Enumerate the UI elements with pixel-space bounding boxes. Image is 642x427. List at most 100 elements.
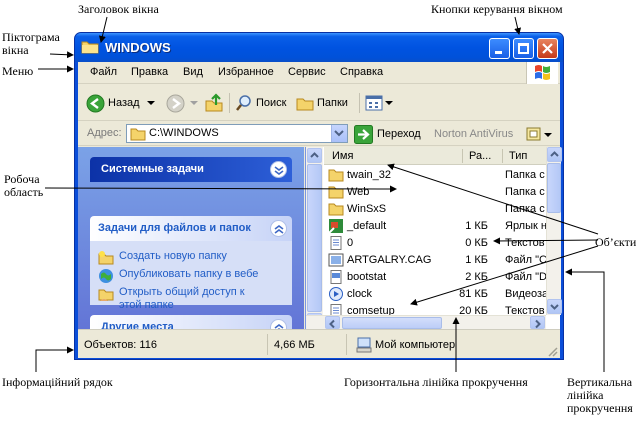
vertical-scrollbar[interactable] (546, 147, 562, 315)
up-button[interactable] (204, 93, 224, 113)
file-row[interactable]: _default 1 КБ Ярлык н (324, 218, 546, 235)
scroll-down-button[interactable] (547, 299, 562, 314)
text-file-icon (330, 236, 342, 250)
forward-arrow-icon (166, 94, 185, 112)
file-type: Текстов (505, 237, 545, 249)
shortcut-icon (328, 219, 343, 233)
minimize-button[interactable] (489, 38, 510, 59)
file-tasks-title: Задачи для файлов и папок (98, 222, 251, 234)
forward-button[interactable] (166, 93, 199, 113)
toolbar-separator (229, 93, 230, 113)
chevron-up-icon (274, 225, 284, 234)
file-type: Файл "D (505, 271, 546, 283)
collapse-button[interactable] (270, 220, 287, 237)
go-button[interactable]: Переход (354, 124, 421, 144)
file-row[interactable]: twain_32 Папка с (324, 167, 546, 184)
maximize-button[interactable] (513, 38, 534, 59)
dat-file-icon (330, 270, 342, 284)
window-title: WINDOWS (105, 40, 171, 55)
file-size: 0 КБ (465, 237, 488, 249)
menu-favorites[interactable]: Избранное (218, 66, 274, 78)
scroll-right-button[interactable] (530, 316, 545, 329)
system-tasks-header[interactable]: Системные задачи (90, 157, 292, 182)
expand-button[interactable] (270, 161, 287, 178)
task-publish-web[interactable]: Опубликовать папку в вебе (98, 268, 258, 284)
file-row[interactable]: WinSxS Папка с (324, 201, 546, 218)
folder-icon (130, 128, 146, 141)
file-row[interactable]: bootstat 2 КБ Файл "D (324, 269, 546, 286)
video-file-icon (329, 287, 343, 301)
scroll-up-button[interactable] (547, 147, 562, 162)
go-label: Переход (377, 128, 421, 140)
dropdown-arrow-icon (146, 101, 155, 105)
close-button[interactable] (537, 38, 558, 59)
search-icon (236, 95, 251, 111)
figure: Заголовок вікна Кнопки керування вікном … (0, 0, 642, 427)
close-icon (542, 43, 553, 54)
resize-grip-icon[interactable] (546, 345, 558, 357)
back-arrow-icon (86, 94, 105, 112)
file-row[interactable]: ARTGALRY.CAG 1 КБ Файл "С (324, 252, 546, 269)
annotation-v-scroll-3: прокручення (567, 401, 633, 415)
file-name: ARTGALRY.CAG (347, 254, 432, 266)
task-pane-scrollbar[interactable] (306, 147, 323, 329)
column-type[interactable]: Тип (509, 150, 527, 162)
column-separator[interactable] (462, 149, 463, 163)
globe-icon (99, 269, 113, 283)
norton-antivirus-label: Norton AntiVirus (434, 128, 514, 140)
windows-flag-icon (535, 65, 550, 80)
views-button[interactable] (365, 93, 393, 113)
file-size: 1 КБ (465, 254, 488, 266)
column-name[interactable]: Имя (332, 150, 353, 162)
folders-button[interactable]: Папки (296, 93, 348, 113)
other-places-title: Другие места (101, 321, 174, 329)
collapse-button[interactable] (270, 319, 287, 329)
task-pane: Системные задачи Задачи для файлов и пап… (78, 147, 304, 329)
annotation-objects: Об’єкти (595, 235, 637, 249)
chevron-up-icon (550, 151, 559, 157)
horizontal-scrollbar[interactable] (306, 315, 546, 329)
task-share-folder[interactable]: Открыть общий доступ к этой папке (98, 286, 245, 312)
chevron-down-icon (274, 166, 284, 175)
scroll-thumb[interactable] (342, 317, 442, 329)
status-bar: Объектов: 116 4,66 МБ Мой компьютер (78, 329, 560, 358)
other-places-header[interactable]: Другие места (90, 315, 292, 329)
title-bar[interactable]: WINDOWS (75, 33, 563, 62)
menu-file[interactable]: Файл (90, 66, 117, 78)
column-separator[interactable] (502, 149, 503, 163)
scroll-left-button[interactable] (325, 316, 340, 329)
scroll-thumb[interactable] (307, 164, 322, 312)
file-name: _default (347, 220, 387, 232)
back-button[interactable]: Назад (86, 93, 156, 113)
file-tasks-header[interactable]: Задачи для файлов и папок (90, 216, 292, 241)
address-bar: Адрес: C:\WINDOWS Переход Norton AntiVir… (78, 122, 560, 146)
task-new-folder[interactable]: Создать новую папку (98, 250, 227, 266)
scroll-thumb[interactable] (547, 163, 561, 213)
cag-file-icon (328, 253, 344, 267)
chevron-up-icon (310, 152, 319, 158)
address-value: C:\WINDOWS (149, 127, 219, 139)
norton-icon[interactable] (526, 126, 542, 142)
menu-edit[interactable]: Правка (131, 66, 168, 78)
menu-view[interactable]: Вид (183, 66, 203, 78)
address-input[interactable]: C:\WINDOWS (126, 124, 348, 143)
column-size[interactable]: Ра... (469, 150, 491, 162)
address-label: Адрес: (87, 127, 122, 139)
scroll-up-button[interactable] (307, 148, 322, 163)
address-dropdown-button[interactable] (331, 125, 347, 142)
minimize-icon (495, 51, 502, 54)
file-row[interactable]: 0 0 КБ Текстов (324, 235, 546, 252)
go-arrow-icon (354, 124, 373, 144)
annotation-menu: Меню (2, 64, 34, 78)
chevron-down-icon (550, 304, 559, 310)
menu-tools[interactable]: Сервис (288, 66, 326, 78)
file-row[interactable]: clock 81 КБ Видеоза (324, 286, 546, 303)
file-type: Ярлык н (505, 220, 546, 232)
file-row[interactable]: Web Папка с (324, 184, 546, 201)
search-button[interactable]: Поиск (235, 93, 286, 113)
file-type: Папка с (505, 203, 545, 215)
file-size: 2 КБ (465, 271, 488, 283)
annotation-window-icon-2: вікна (2, 43, 29, 57)
file-type: Папка с (505, 186, 545, 198)
menu-help[interactable]: Справка (340, 66, 383, 78)
